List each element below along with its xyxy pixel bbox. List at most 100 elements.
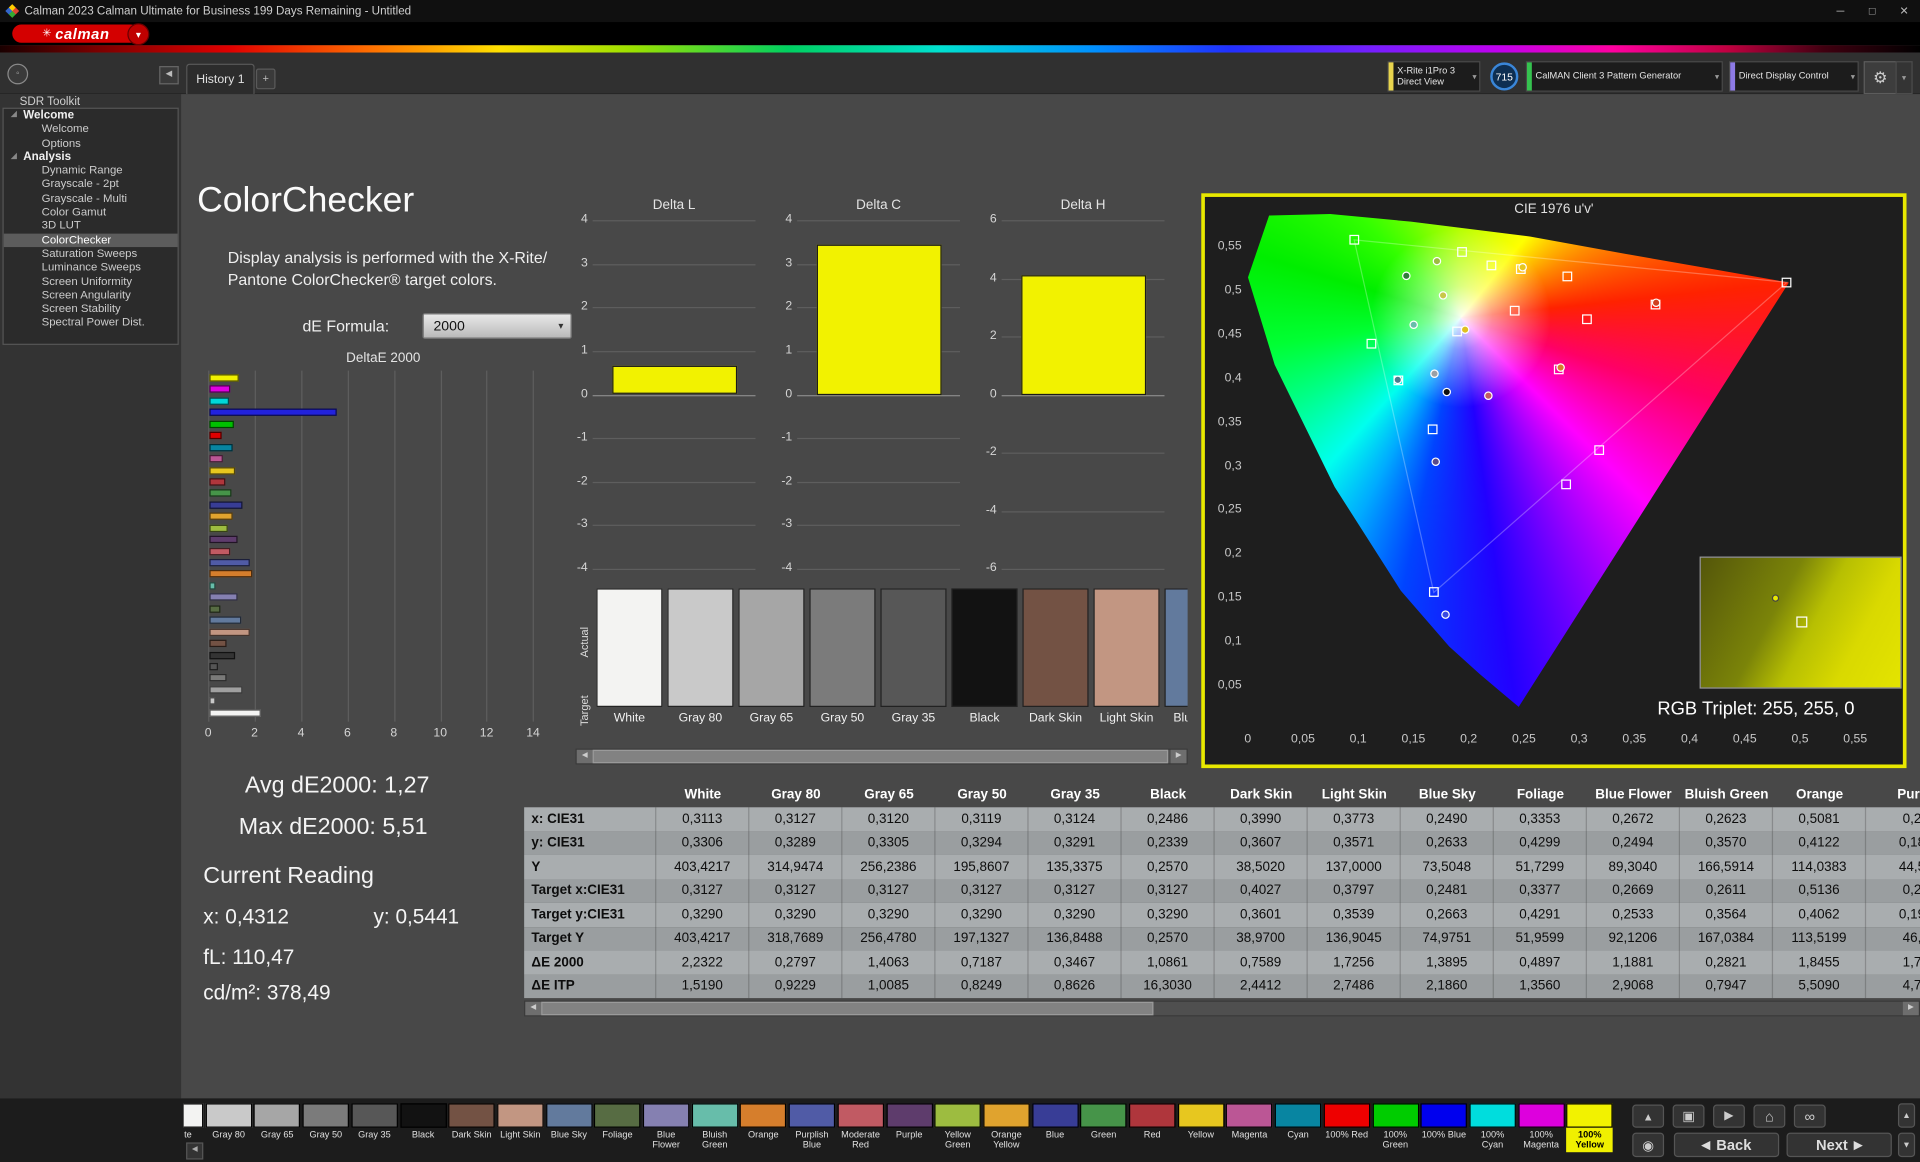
patch-magenta[interactable]: Magenta <box>1226 1103 1273 1159</box>
home-button[interactable]: ⌂ <box>1753 1104 1786 1128</box>
sidebar-item-welcome[interactable]: Welcome <box>4 123 178 137</box>
sidebar-item-dynamic-range[interactable]: Dynamic Range <box>4 164 178 178</box>
patch-purplish-blue[interactable]: Purplish Blue <box>788 1103 836 1159</box>
cie-x-tick: 0,1 <box>1349 732 1367 747</box>
table-scrollbar[interactable]: ◀ ▶ <box>524 1000 1920 1017</box>
back-button[interactable]: ◀ Back <box>1673 1132 1780 1158</box>
patch-cyan[interactable]: Cyan <box>1274 1103 1322 1159</box>
meter-probe[interactable]: X-Rite i1Pro 3 Direct View ▾ <box>1387 61 1481 92</box>
patch-100-magenta[interactable]: 100% Magenta <box>1517 1103 1565 1159</box>
table-cell: 0,2490 <box>1401 807 1494 832</box>
patch-blue-sky[interactable]: Blue Sky <box>545 1103 593 1159</box>
close-button[interactable]: ✕ <box>1888 4 1920 17</box>
table-cell: 314,9474 <box>749 854 843 879</box>
max-de2000: Max dE2000: 5,51 <box>238 814 428 841</box>
patch-light-skin[interactable]: Light Skin <box>497 1103 544 1159</box>
patch-gray-65[interactable]: Gray 65 <box>253 1103 301 1159</box>
table-cell: 5,5090 <box>1773 974 1867 999</box>
patch-moderate-red[interactable]: Moderate Red <box>837 1103 884 1159</box>
patch-label: Gray 35 <box>358 1128 391 1140</box>
tab-history-1[interactable]: History 1 <box>186 63 255 95</box>
read-target-button[interactable]: ◉ <box>1632 1132 1665 1158</box>
patch-black[interactable]: Black <box>399 1103 447 1159</box>
meter-display-control[interactable]: Direct Display Control ▾ <box>1728 61 1859 92</box>
patch-purple[interactable]: Purple <box>885 1103 933 1159</box>
scroll-right-icon[interactable]: ▶ <box>1902 1001 1919 1016</box>
patch-white[interactable]: White <box>183 1103 204 1159</box>
patch-red[interactable]: Red <box>1128 1103 1176 1159</box>
sidebar-collapse-button[interactable]: ◀ <box>159 66 179 85</box>
patch-yellow-green[interactable]: Yellow Green <box>934 1103 982 1159</box>
workflow-menu-button[interactable]: ◦ <box>7 63 29 85</box>
sidebar-section-analysis[interactable]: ◢ Analysis <box>4 150 178 164</box>
scroll-left-icon[interactable]: ◀ <box>576 749 593 764</box>
patch-green[interactable]: Green <box>1080 1103 1127 1159</box>
axis-tick-label: 2 <box>580 299 588 314</box>
play-button[interactable]: ▶ <box>1713 1104 1745 1128</box>
patch-100-blue[interactable]: 100% Blue <box>1420 1103 1468 1159</box>
sidebar-item-grayscale-multi[interactable]: Grayscale - Multi <box>4 192 178 206</box>
gridline <box>486 370 488 722</box>
scroll-right-icon[interactable]: ▶ <box>1170 749 1187 764</box>
patch-blue[interactable]: Blue <box>1031 1103 1079 1159</box>
eject-button[interactable]: ▲ <box>1632 1104 1665 1128</box>
row-label: Y <box>524 854 657 879</box>
patch-100-red[interactable]: 100% Red <box>1323 1103 1370 1159</box>
patch-gray-80[interactable]: Gray 80 <box>205 1103 252 1159</box>
patch-foliage[interactable]: Foliage <box>594 1103 641 1159</box>
swatch-scroll-thumb[interactable] <box>592 749 1169 764</box>
swatch-scrollbar[interactable]: ◀ ▶ <box>575 748 1188 765</box>
table-cell: 1,5190 <box>656 974 750 999</box>
swatch-blue-sky: Blue Sky <box>1164 588 1188 725</box>
gear-icon[interactable]: ⚙ <box>1863 61 1897 95</box>
sidebar-item-3d-lut[interactable]: 3D LUT <box>4 219 178 233</box>
patch-100-yellow[interactable]: 100% Yellow <box>1566 1103 1614 1159</box>
logo-menu-button[interactable]: ▾ <box>127 23 150 46</box>
table-cell: 51,9599 <box>1494 926 1587 951</box>
measurement-count-badge[interactable]: 715 <box>1490 62 1519 91</box>
minimize-button[interactable]: ─ <box>1824 4 1856 17</box>
gridline <box>797 568 961 570</box>
display-pattern-button[interactable]: ▣ <box>1672 1104 1705 1128</box>
patch-100-cyan[interactable]: 100% Cyan <box>1469 1103 1516 1159</box>
scroll-down-button[interactable]: ▼ <box>1897 1132 1916 1158</box>
next-button[interactable]: Next ▶ <box>1786 1132 1892 1158</box>
sidebar-item-grayscale-2pt[interactable]: Grayscale - 2pt <box>4 178 178 192</box>
sidebar-item-color-gamut[interactable]: Color Gamut <box>4 206 178 220</box>
sidebar-item-screen-stability[interactable]: Screen Stability <box>4 302 178 316</box>
sidebar-item-screen-uniformity[interactable]: Screen Uniformity <box>4 275 178 289</box>
scroll-up-button[interactable]: ▲ <box>1897 1103 1916 1128</box>
sidebar-item-saturation-sweeps[interactable]: Saturation Sweeps <box>4 247 178 261</box>
rgb-triplet-label: RGB Triplet: 255, 255, 0 <box>1657 698 1855 720</box>
table-cell: 0,3990 <box>1215 807 1308 832</box>
table-scroll-thumb[interactable] <box>541 1001 1154 1016</box>
sidebar-item-screen-angularity[interactable]: Screen Angularity <box>4 288 178 302</box>
patch-orange-yellow[interactable]: Orange Yellow <box>983 1103 1030 1159</box>
scroll-left-icon[interactable]: ◀ <box>525 1001 542 1016</box>
table-cell: 0,3127 <box>749 807 843 832</box>
patch-orange[interactable]: Orange <box>740 1103 787 1159</box>
patch-dark-skin[interactable]: Dark Skin <box>448 1103 495 1159</box>
sidebar-section-welcome[interactable]: ◢ Welcome <box>4 109 178 123</box>
sidebar-item-options[interactable]: Options <box>4 136 178 150</box>
patch-gray-35[interactable]: Gray 35 <box>351 1103 398 1159</box>
sidebar-item-spectral-power-dist[interactable]: Spectral Power Dist. <box>4 316 178 330</box>
patch-gray-50[interactable]: Gray 50 <box>302 1103 350 1159</box>
swatch-label: Gray 50 <box>820 711 865 726</box>
continuous-measure-button[interactable]: ∞ <box>1793 1104 1826 1128</box>
patch-bluish-green[interactable]: Bluish Green <box>691 1103 738 1159</box>
meter-pattern-generator[interactable]: CalMAN Client 3 Pattern Generator ▾ <box>1525 61 1723 92</box>
settings-chevron-button[interactable]: ▾ <box>1895 61 1913 95</box>
maximize-button[interactable]: □ <box>1856 4 1888 17</box>
sidebar-item-colorchecker[interactable]: ColorChecker <box>3 233 178 248</box>
add-tab-button[interactable]: + <box>255 68 276 90</box>
top-bar: ◦ ◀ History 1 + X-Rite i1Pro 3 Direct Vi… <box>0 52 1920 95</box>
patch-100-green[interactable]: 100% Green <box>1372 1103 1419 1159</box>
gridline <box>592 525 756 527</box>
patch-blue-flower[interactable]: Blue Flower <box>642 1103 690 1159</box>
cie-target-square <box>1428 587 1439 598</box>
patch-yellow[interactable]: Yellow <box>1177 1103 1225 1159</box>
sidebar-item-luminance-sweeps[interactable]: Luminance Sweeps <box>4 261 178 275</box>
patch-label: 100% Magenta <box>1523 1128 1560 1150</box>
de-formula-select[interactable]: 2000 ▾ <box>422 313 572 339</box>
